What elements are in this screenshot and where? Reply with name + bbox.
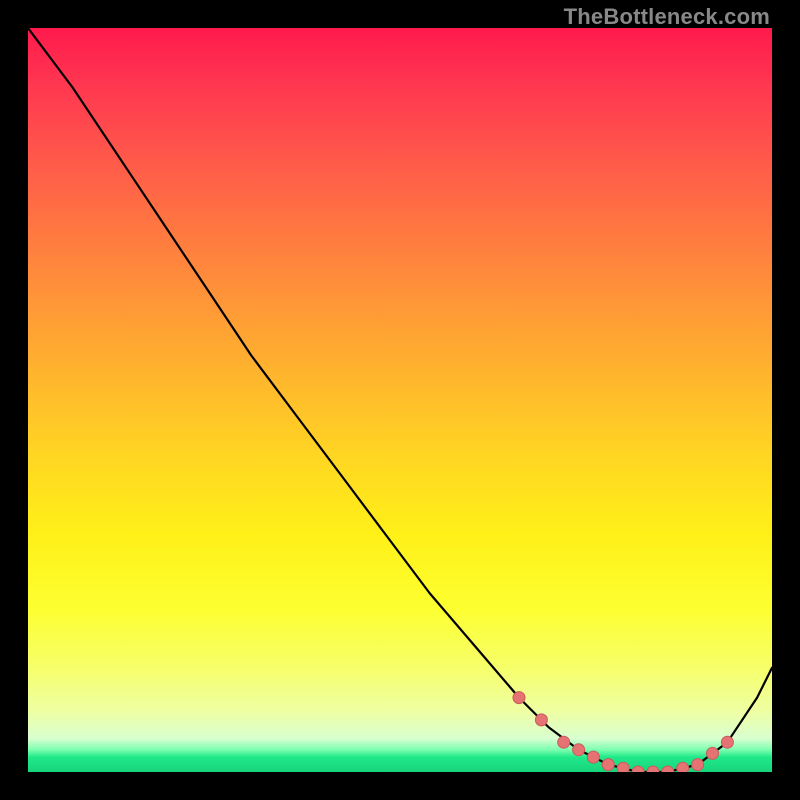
plot-area: [28, 28, 772, 772]
chart-stage: TheBottleneck.com: [0, 0, 800, 800]
watermark-text: TheBottleneck.com: [564, 4, 770, 30]
